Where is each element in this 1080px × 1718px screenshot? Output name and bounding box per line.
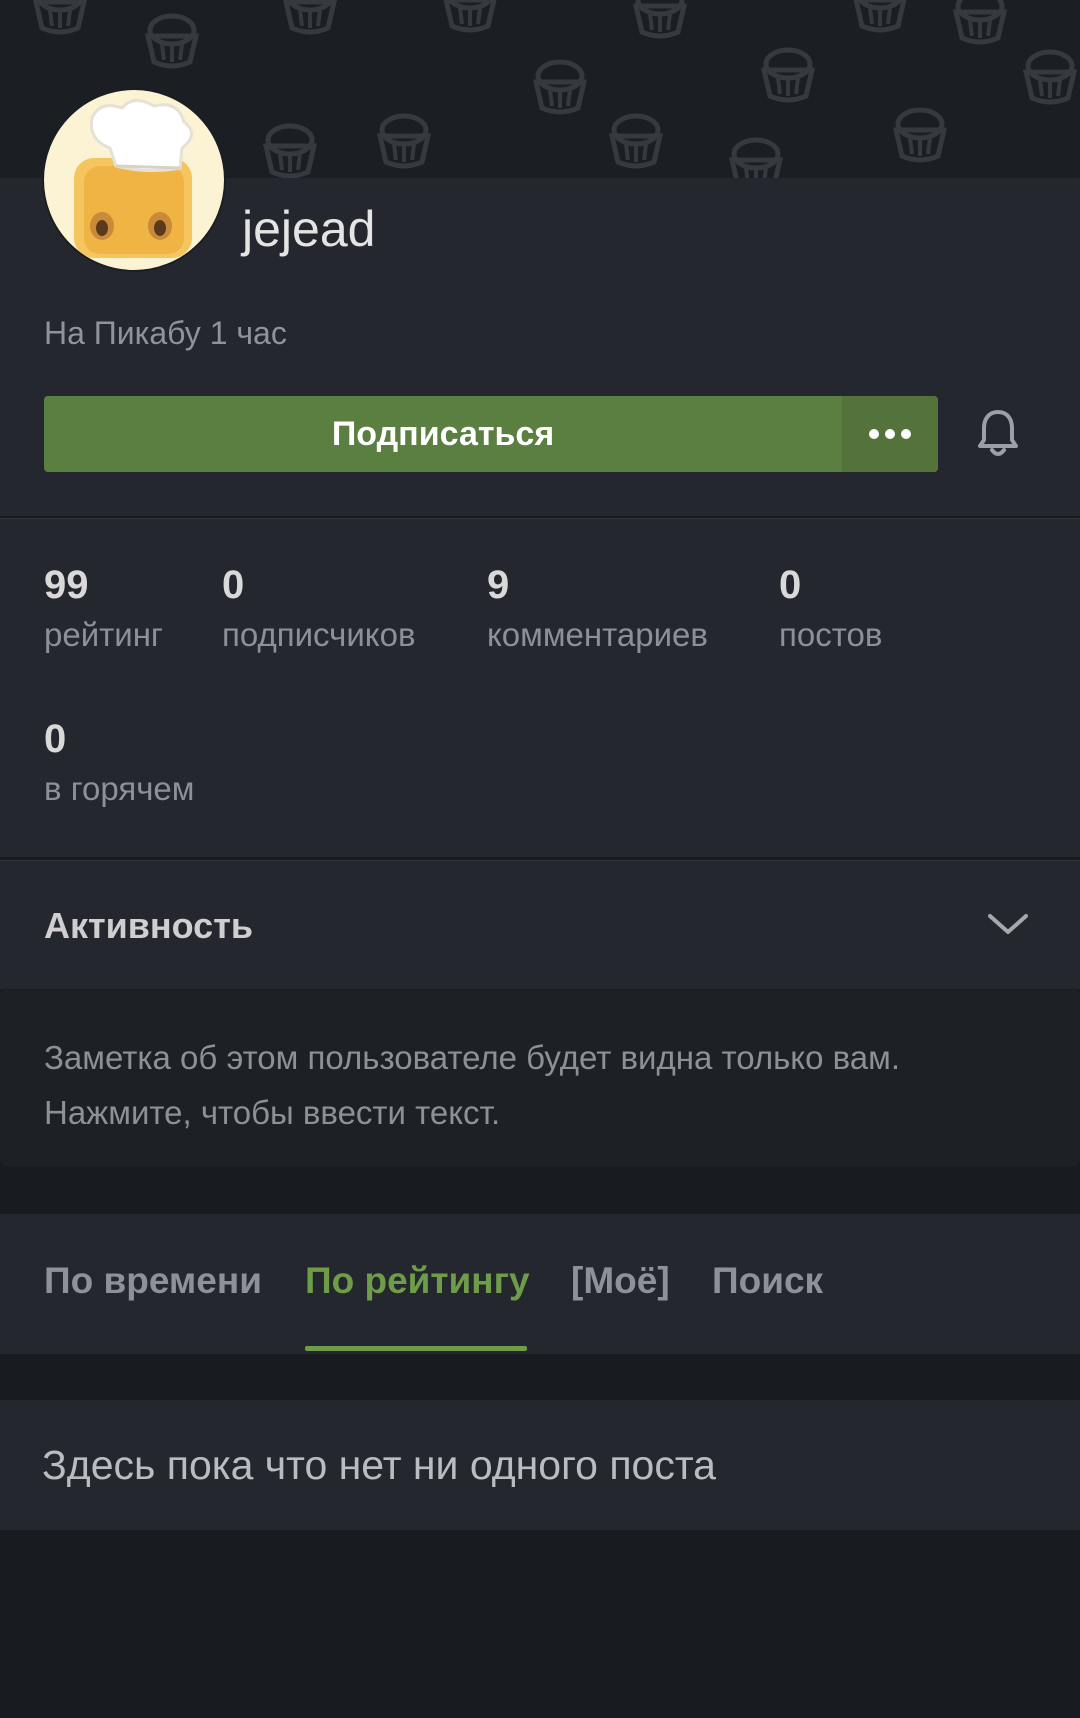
user-note-placeholder: Заметка об этом пользователе будет видна… xyxy=(44,1039,901,1131)
stat-label: подписчиков xyxy=(222,616,416,653)
empty-posts-message: Здесь пока что нет ни одного поста xyxy=(42,1442,716,1488)
registration-age: На Пикабу 1 час xyxy=(44,315,287,351)
stat-label: в горячем xyxy=(44,770,195,807)
chef-toast-avatar xyxy=(74,99,193,258)
subscribe-button[interactable]: Подписаться xyxy=(44,396,842,472)
stat-value: 0 xyxy=(222,563,245,607)
stat-comments[interactable]: 9 комментариев xyxy=(487,563,708,654)
tab-by-time[interactable]: По времени xyxy=(44,1260,262,1302)
empty-posts-state: Здесь пока что нет ни одного поста xyxy=(0,1400,1080,1530)
stat-label: комментариев xyxy=(487,616,708,653)
stat-label: рейтинг xyxy=(44,616,163,653)
stat-value: 0 xyxy=(779,563,802,607)
more-options-button[interactable] xyxy=(842,396,938,472)
activity-title: Активность xyxy=(44,905,253,946)
stat-value: 9 xyxy=(487,563,510,607)
user-note-field[interactable]: Заметка об этом пользователе будет видна… xyxy=(0,990,1080,1166)
notifications-bell-button[interactable] xyxy=(976,408,1020,460)
stat-label: постов xyxy=(779,616,883,653)
username: jejead xyxy=(242,201,376,257)
chevron-down-icon[interactable] xyxy=(986,910,1030,938)
tab-mine[interactable]: [Моё] xyxy=(571,1260,670,1302)
stat-posts[interactable]: 0 постов xyxy=(779,563,882,654)
more-dots-icon xyxy=(869,429,911,439)
tab-by-rating[interactable]: По рейтингу xyxy=(305,1260,530,1302)
stat-value: 0 xyxy=(44,717,67,761)
tab-search[interactable]: Поиск xyxy=(712,1260,823,1302)
avatar[interactable] xyxy=(42,88,226,272)
stat-subscribers[interactable]: 0 подписчиков xyxy=(222,563,416,654)
posts-sort-tabs: По времени По рейтингу [Моё] Поиск xyxy=(0,1214,1080,1354)
user-stats: 99 рейтинг 0 подписчиков 9 комментариев … xyxy=(0,518,1080,857)
stat-value: 99 xyxy=(44,563,89,607)
stat-hot[interactable]: 0 в горячем xyxy=(44,717,194,808)
stat-rating[interactable]: 99 рейтинг xyxy=(44,563,163,654)
active-tab-indicator xyxy=(305,1346,527,1351)
bell-icon xyxy=(978,410,1018,456)
subscribe-button-group: Подписаться xyxy=(44,396,938,472)
activity-section-toggle[interactable]: Активность xyxy=(0,860,1080,989)
